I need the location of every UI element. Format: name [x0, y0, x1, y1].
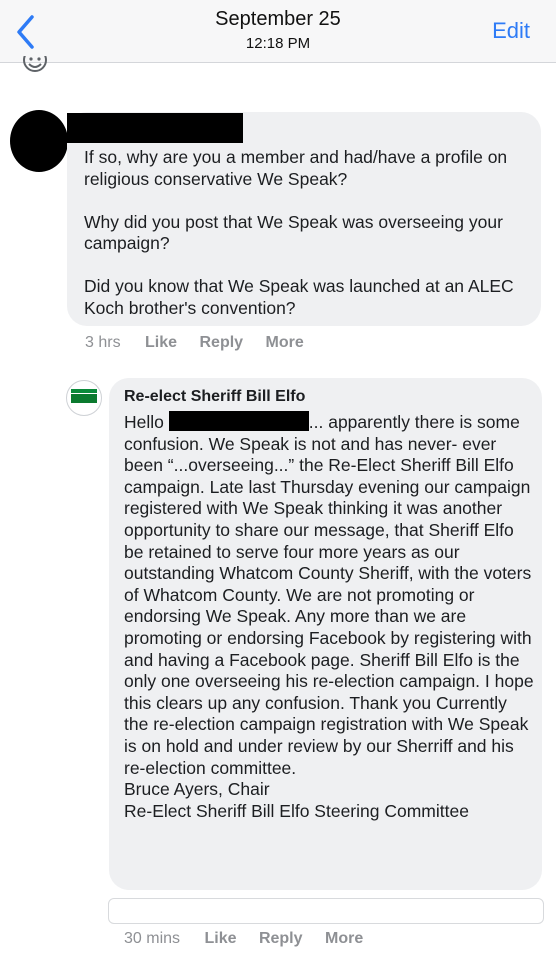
comment-paragraph: Did you know that We Speak was launched …: [84, 276, 514, 318]
comment-text: Hello ... apparently there is some confu…: [124, 411, 534, 822]
redacted-name: [67, 113, 243, 143]
redacted-name: [168, 411, 309, 431]
reply-button[interactable]: Reply: [200, 334, 244, 351]
reply-button[interactable]: Reply: [259, 930, 303, 947]
more-button[interactable]: More: [325, 930, 363, 947]
more-button[interactable]: More: [266, 334, 304, 351]
comment-greeting: Hello: [124, 412, 164, 432]
logo-block: [71, 394, 97, 403]
comment-time: 30 mins: [124, 930, 181, 947]
avatar-page-logo[interactable]: [66, 380, 102, 416]
header-time: 12:18 PM: [245, 35, 311, 52]
header-bar: September 25 12:18 PM Edit: [0, 0, 556, 63]
comment-text: If so, why are you a member and had/have…: [84, 147, 534, 341]
comment-time: 3 hrs: [85, 334, 121, 351]
reply-input[interactable]: [108, 898, 544, 924]
comment-author[interactable]: Re-elect Sheriff Bill Elfo: [124, 388, 305, 406]
header-date: September 25: [215, 8, 341, 30]
logo-stripe: [71, 389, 97, 393]
like-button[interactable]: Like: [145, 334, 177, 351]
like-button[interactable]: Like: [204, 930, 236, 947]
comment-body: ... apparently there is some confusion. …: [124, 412, 534, 821]
comment-actions: 3 hrs Like Reply More: [85, 334, 322, 352]
avatar-redacted[interactable]: [10, 110, 68, 172]
comment-actions: 30 mins Like Reply More: [124, 930, 381, 948]
edit-button[interactable]: Edit: [492, 18, 530, 44]
emoji-icon[interactable]: [22, 56, 48, 76]
comment-paragraph: Why did you post that We Speak was overs…: [84, 211, 503, 254]
comment-paragraph: If so, why are you a member and had/have…: [84, 147, 508, 189]
